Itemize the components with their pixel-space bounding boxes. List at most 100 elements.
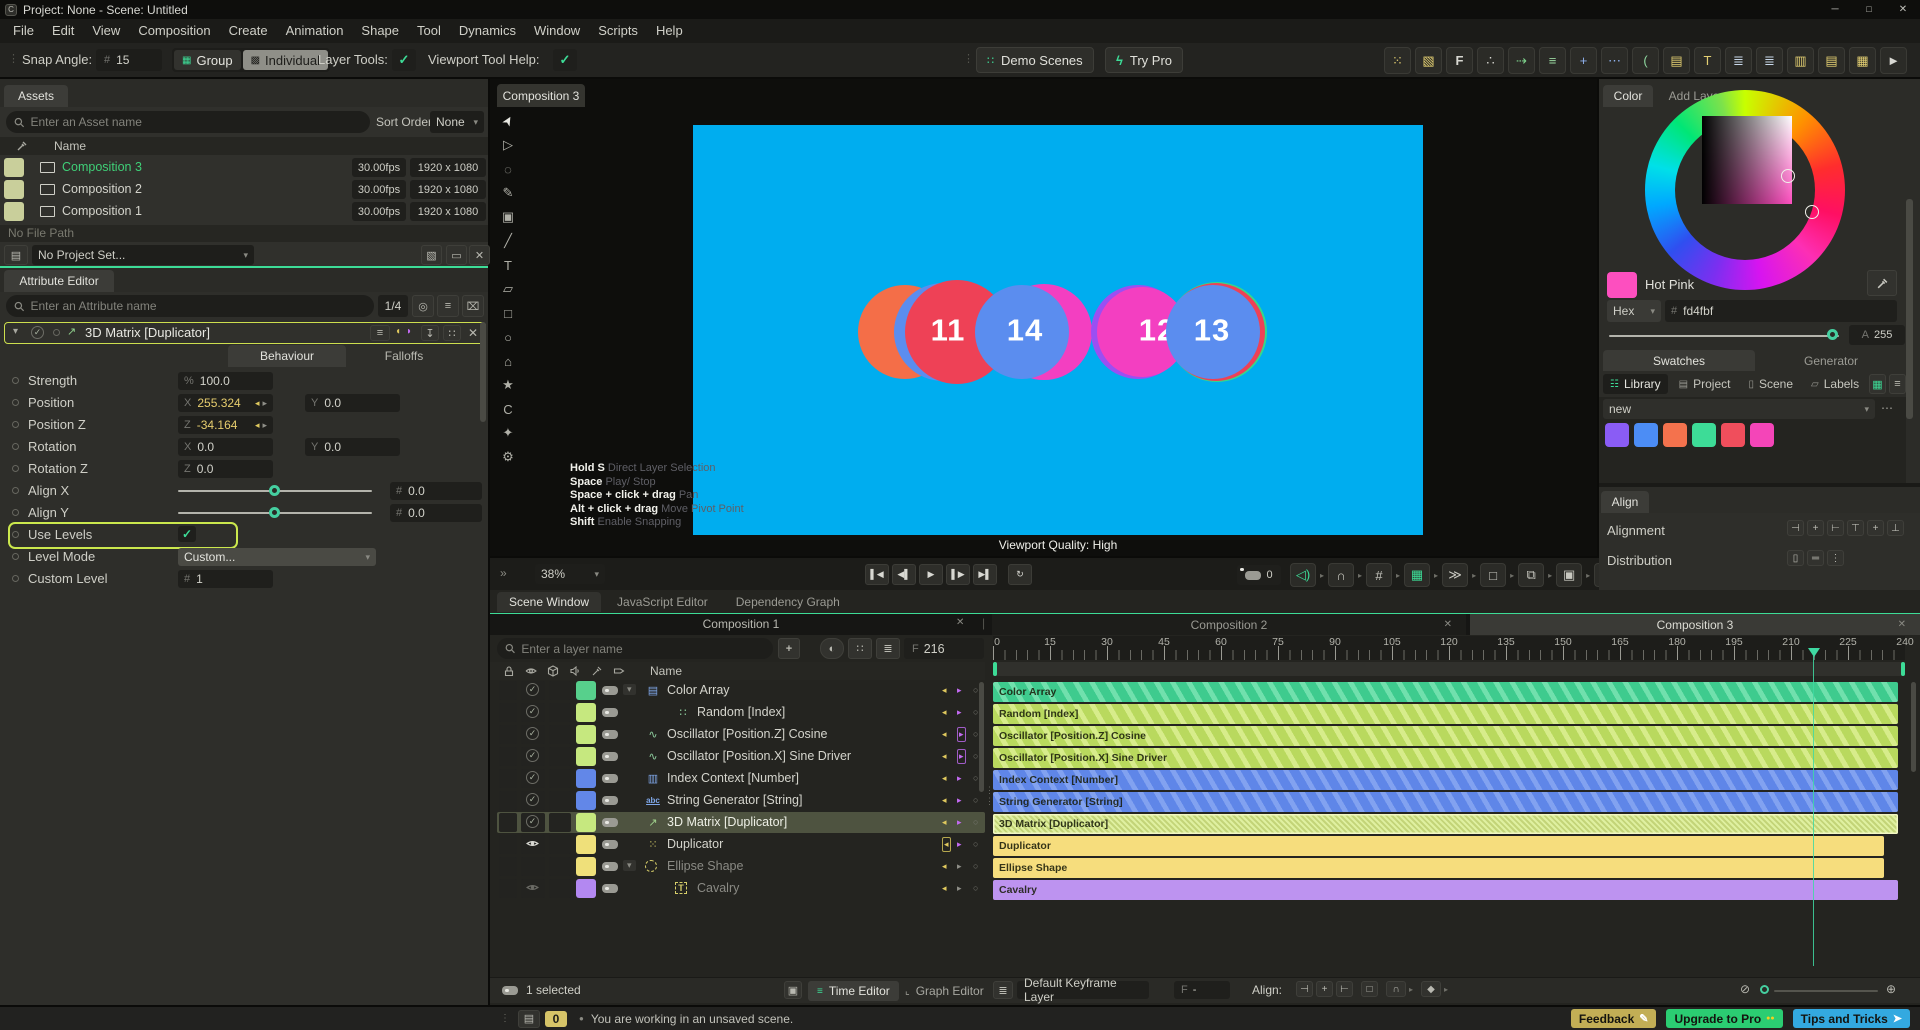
next-keyframe-icon[interactable]: ▸ [957,860,962,873]
attribute-dot[interactable] [12,531,19,538]
layer-row[interactable]: ✓ ∷ Random [Index] ◂ ▸ ○ [497,702,985,723]
menu-shape[interactable]: Shape [352,19,408,43]
magnet-icon[interactable]: ∩ [1328,563,1355,587]
swatch-chip[interactable] [1634,423,1658,447]
hex-input[interactable]: # fd4fbf [1665,300,1897,322]
layer-tools-checkbox[interactable]: ✓ [392,49,416,71]
swatch-chip[interactable] [1750,423,1774,447]
layer-name[interactable]: 3D Matrix [Duplicator] [667,812,787,833]
feedback-button[interactable]: Feedback ✎ [1570,1009,1657,1028]
lock-icon[interactable] [503,665,515,677]
sort-order-select[interactable]: None ▾ [430,111,484,133]
asset-row[interactable]: Composition 2 30.00fps 1920 x 1080 [0,179,488,200]
next-keyframe-icon[interactable]: ▸ [957,838,962,851]
time-editor-button[interactable]: ≡ Time Editor [808,981,899,1001]
composition-canvas[interactable]: 11 14 12 13 [693,125,1423,535]
layer-row[interactable]: ⁙ Duplicator ◂ ▸ ○ [497,834,985,855]
keyframe-frame-box[interactable]: F - [1174,981,1230,999]
group-button[interactable]: ▦ Group [174,50,241,70]
pin-icon[interactable]: ↧ [421,325,439,341]
tab-assets[interactable]: Assets [4,85,68,107]
attribute-dot[interactable] [12,399,19,406]
attribute-dot[interactable] [12,465,19,472]
ellipse-tool[interactable]: ○ [493,325,523,349]
distribute-spacing-button[interactable]: ⋮ [1827,550,1844,566]
layer-name[interactable]: Random [Index] [697,702,785,723]
menu-dynamics[interactable]: Dynamics [450,19,525,43]
current-frame-box[interactable]: F 216 [904,638,984,659]
timeline-range-bar[interactable] [993,662,1905,676]
scene-tab-javascript-editor[interactable]: JavaScript Editor [605,592,720,612]
grid-view-icon[interactable]: ▦ [1869,374,1886,394]
panel-splitter-handle[interactable]: ⋮ ⋮ [985,785,994,807]
visibility-check-icon[interactable]: ✓ [526,705,539,718]
library-tab-scene[interactable]: ▯ Scene [1741,374,1800,394]
align-right-button[interactable]: ⊢ [1827,520,1844,536]
viewport-zoom-select[interactable]: 38% ▾ [535,564,605,584]
level-mode-select[interactable]: Custom... ▾ [178,548,376,566]
project-set-select[interactable]: No Project Set... ▾ [32,245,254,265]
prev-keyframe-icon[interactable]: ◂ [942,860,947,873]
enabled-check-icon[interactable]: ✓ [31,326,44,339]
next-keyframe-icon[interactable]: ▸ [957,684,962,697]
distribute-v-button[interactable]: ═ [1807,550,1824,566]
palette-menu-icon[interactable]: ⋯ [1881,401,1893,415]
layer-row[interactable]: ✓ abc String Generator [String] ◂ ▸ ○ [497,790,985,811]
speaker-icon[interactable]: ◁) [1290,563,1316,587]
individual-button[interactable]: ▩ Individual [242,50,328,70]
track-bar[interactable]: String Generator [String] [993,792,1898,812]
library-tab-library[interactable]: ☷ Library [1603,374,1668,394]
attribute-dot[interactable] [12,421,19,428]
onion-skin-icon[interactable]: ◐ [820,638,844,659]
eye-icon[interactable] [525,665,537,677]
layout-rows-icon[interactable]: ▤ [1818,47,1845,74]
tag-icon[interactable] [602,730,618,739]
next-keyframe-icon[interactable]: ▸ [957,882,962,895]
tag-icon[interactable] [602,818,618,827]
grid-icon[interactable]: # [1366,563,1393,587]
color-panel-scrollbar[interactable] [1906,199,1913,419]
layer-row[interactable]: ✓ ▾ ▤ Color Array ◂ ▸ ○ [497,680,985,701]
grid-dots-icon[interactable]: ⁙ [1384,47,1411,74]
menu-window[interactable]: Window [525,19,589,43]
menu-scripts[interactable]: Scripts [589,19,647,43]
viewport-tool-help-checkbox[interactable]: ✓ [553,49,577,71]
next-keyframe-icon[interactable]: ▸ [957,816,962,829]
kf-align-right-button[interactable]: ⊢ [1336,981,1353,997]
tab-attribute-editor[interactable]: Attribute Editor [4,270,114,292]
statusbar-drag-handle[interactable]: ⋮ [500,1013,510,1024]
scatter-icon[interactable]: ∷ [443,325,461,341]
dropdown-caret-icon[interactable]: ▸ [1472,571,1476,580]
use-levels-checkbox[interactable]: ✓ [178,526,196,542]
go-to-end-button[interactable]: ▶▌ [973,564,997,585]
tag-icon[interactable] [602,796,618,805]
timeline-zoom-knob[interactable] [1760,985,1769,994]
alpha-slider-knob[interactable] [1827,329,1838,340]
tips-and-tricks-button[interactable]: Tips and Tricks ➤ [1792,1009,1910,1028]
next-key-icon[interactable]: ◗ [406,326,412,337]
tag-icon[interactable] [602,708,618,717]
attribute-dot[interactable] [12,487,19,494]
layer-color-swatch[interactable] [576,769,596,788]
layer-row[interactable]: ▾ Ellipse Shape ◂ ▸ ○ [497,856,985,877]
asset-name[interactable]: Composition 1 [62,204,142,218]
toolbar-drag-handle[interactable]: ⋮ [8,52,19,65]
prev-keyframe-icon[interactable]: ◂ [942,728,947,741]
scatter-icon[interactable]: ∴ [1477,47,1504,74]
layout-grid-icon[interactable]: ▦ [1849,47,1876,74]
upgrade-to-pro-button[interactable]: Upgrade to Pro ●● [1666,1009,1783,1028]
dropdown-caret-icon[interactable]: ▸ [1358,571,1362,580]
timeline-scrollbar[interactable] [1911,682,1916,772]
keyframe-dot-icon[interactable]: ○ [973,882,978,895]
library-tab-project[interactable]: ▤ Project [1672,374,1738,394]
timeline-ruler[interactable]: 0 15 30 45 60 75 90 105 120 135 150 165 180 195 210 225… [993,636,1914,660]
visibility-check-icon[interactable]: ✓ [526,683,539,696]
dropper-icon[interactable] [591,665,603,677]
prev-key-icon[interactable]: ◖ [395,326,401,337]
skip-forward-icon[interactable]: ≫ [1442,563,1469,587]
settings-tool[interactable]: ⚙ [493,445,523,469]
layer-search-field[interactable] [521,641,765,656]
visibility-check-icon[interactable]: ✓ [526,749,539,762]
polygon-tool[interactable]: ⌂ [493,349,523,373]
prev-keyframe-icon[interactable]: ◂ [942,882,947,895]
